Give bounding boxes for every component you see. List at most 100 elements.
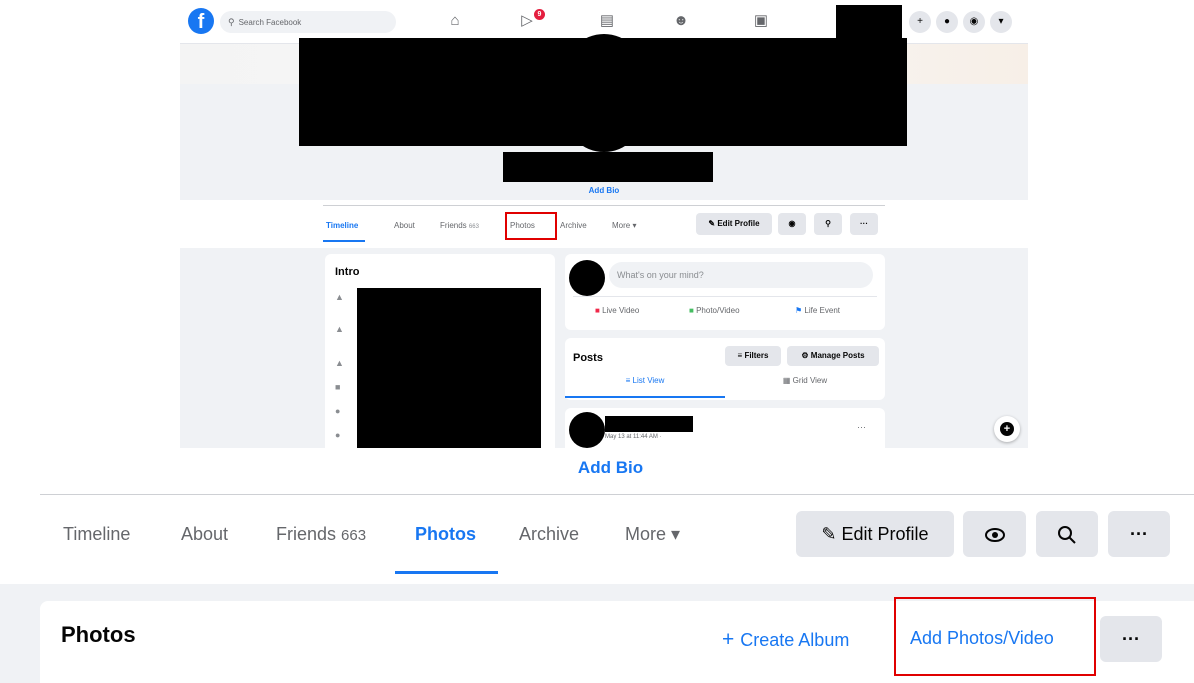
friends-count: 663 [468,224,479,230]
tab-friends-label: Friends [440,221,467,230]
life-event-button[interactable]: ⚑ Life Event [795,306,840,315]
create-album-link[interactable]: + Create Album [722,628,849,652]
photos-more-options-button[interactable]: ··· [1100,616,1162,662]
posts-title: Posts [573,352,603,364]
location-icon: ● [335,406,341,416]
divider [323,205,885,206]
photo-video-button[interactable]: ■ Photo/Video [689,306,740,315]
search-profile-button[interactable]: ⚲ [814,213,842,235]
view-as-button[interactable] [963,511,1026,557]
live-video-label: Live Video [602,306,640,315]
post-composer: What's on your mind? ■ Live Video ■ Phot… [565,254,885,330]
tab-archive[interactable]: Archive [519,524,579,545]
tab-about[interactable]: About [181,524,228,545]
flag-icon: ⚑ [795,306,803,315]
manage-posts-label: Manage Posts [810,351,865,360]
tab-timeline[interactable]: Timeline [326,221,358,230]
grid-view-tab[interactable]: ▦ Grid View [725,376,885,385]
add-bio-link[interactable]: Add Bio [0,458,1194,478]
plus-icon[interactable]: + [909,11,931,33]
messenger-icon[interactable]: ● [936,11,958,33]
search-input[interactable]: ⚲ Search Facebook [220,11,396,33]
filters-label: Filters [744,351,769,360]
photos-tab-highlight-box [505,212,557,240]
manage-posts-button[interactable]: ⚙ Manage Posts [787,346,879,366]
tab-friends[interactable]: Friends 663 [440,221,479,230]
add-bio-link[interactable]: Add Bio [180,186,1028,195]
home-icon[interactable]: ⌂ [444,10,466,32]
live-video-icon: ■ [595,306,600,315]
watch-notification-badge: 9 [534,9,545,20]
pencil-icon: ✎ [708,219,716,228]
more-options-button[interactable]: ··· [850,213,878,235]
more-options-button[interactable]: ··· [1108,511,1170,557]
tab-photos[interactable]: Photos [415,524,476,545]
tab-about[interactable]: About [394,221,415,230]
redacted-intro-details [357,288,541,448]
tab-more[interactable]: More ▾ [612,221,636,230]
tab-friends[interactable]: Friends 663 [276,524,366,545]
marketplace-icon[interactable]: ▤ [596,10,618,32]
new-message-button[interactable]: + [994,416,1020,442]
posts-card: Posts ≡ Filters ⚙ Manage Posts ≡ List Vi… [565,338,885,400]
pencil-icon: ✎ [821,524,837,544]
clock-icon: ● [335,430,341,440]
post-options-button[interactable]: ··· [857,422,866,432]
search-icon: ⚲ [228,17,235,27]
groups-icon[interactable]: ☻ [670,10,692,32]
filters-button[interactable]: ≡ Filters [725,346,781,366]
list-view-label: List View [632,376,665,385]
post-card: May 13 at 11:44 AM · ··· [565,408,885,448]
edit-profile-button[interactable]: ✎ Edit Profile [696,213,772,235]
home-icon: ■ [335,382,341,392]
composer-input[interactable]: What's on your mind? [609,262,873,288]
active-tab-underline [323,240,365,242]
filters-icon: ≡ [737,351,743,360]
avatar [569,260,605,296]
list-icon: ≡ [625,376,631,385]
redacted-profile-name [836,5,902,39]
photo-icon: ■ [689,306,694,315]
life-event-label: Life Event [804,306,840,315]
tab-more[interactable]: More ▾ [625,524,680,545]
caret-down-icon[interactable]: ▾ [990,11,1012,33]
facebook-logo-icon[interactable]: f [188,8,214,34]
search-placeholder: Search Facebook [238,18,302,27]
grid-icon: ▦ [782,376,791,385]
search-icon [1058,526,1076,544]
plus-icon: + [722,628,735,651]
bell-icon[interactable]: ◉ [963,11,985,33]
eye-icon [984,528,1005,543]
edit-profile-label: Edit Profile [841,524,929,544]
view-as-button[interactable]: ◉ [778,213,806,235]
gaming-icon[interactable]: ▣ [750,10,772,32]
tab-friends-label: Friends [276,524,337,544]
eye-icon: ◉ [788,219,796,228]
tab-timeline[interactable]: Timeline [63,524,130,545]
intro-title: Intro [335,266,360,278]
education-icon: ▲ [335,324,344,334]
create-album-label: Create Album [740,630,850,650]
avatar [569,412,605,448]
photos-heading: Photos [61,622,136,647]
gear-icon: ⚙ [801,351,809,360]
plus-icon: + [1000,422,1014,436]
intro-card: Intro ▲ ▲ ▲ ■ ● ● [325,254,555,448]
active-view-underline [565,396,725,398]
list-view-tab[interactable]: ≡ List View [565,376,725,385]
edit-profile-button[interactable]: ✎ Edit Profile [796,511,954,557]
add-photos-video-link[interactable]: Add Photos/Video [910,628,1054,649]
post-timestamp[interactable]: May 13 at 11:44 AM · [605,434,662,440]
photo-video-label: Photo/Video [696,306,740,315]
edit-profile-label: Edit Profile [717,219,760,228]
search-profile-button[interactable] [1036,511,1098,557]
redacted-name-block [503,152,713,182]
profile-picture-redacted [564,34,644,152]
redacted-post-author [605,416,693,432]
live-video-button[interactable]: ■ Live Video [595,306,639,315]
grid-view-label: Grid View [792,376,828,385]
divider [40,494,1194,495]
tab-archive[interactable]: Archive [560,221,587,230]
active-tab-underline [395,571,498,574]
screenshot-root: f ⚲ Search Facebook ⌂ ▷ 9 ▤ ☻ ▣ + ● ◉ ▾ A… [0,0,1194,683]
